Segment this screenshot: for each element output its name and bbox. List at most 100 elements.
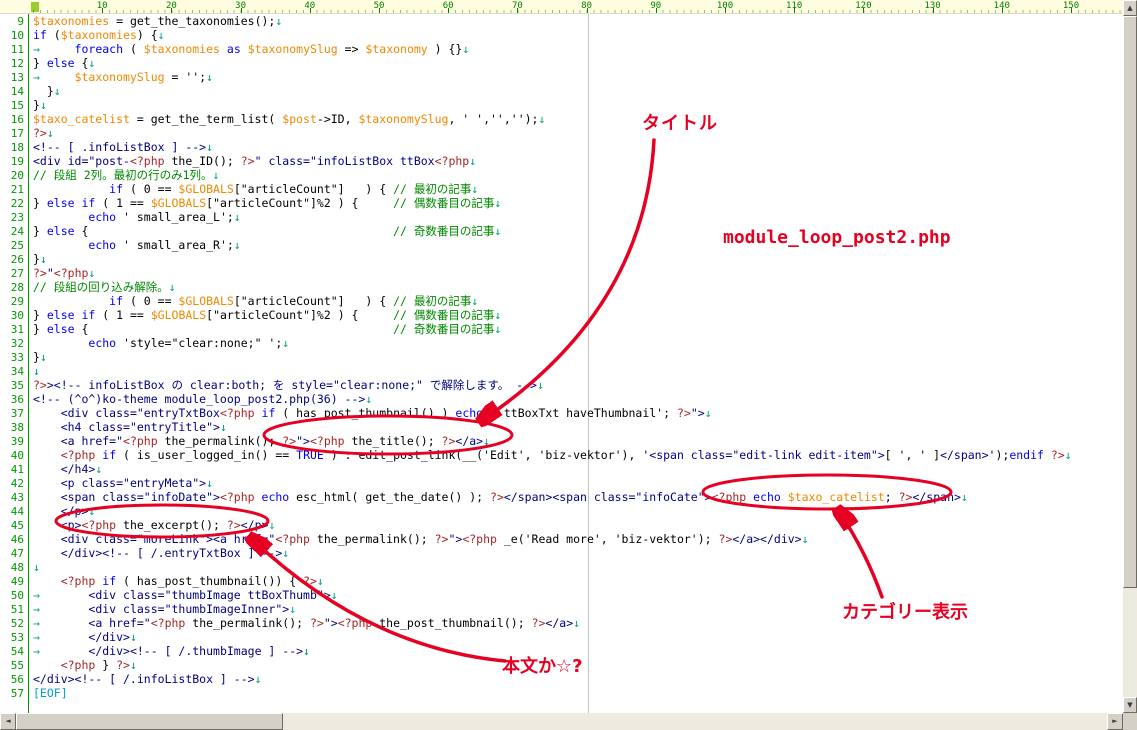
down-arrow-icon: ▼ xyxy=(1127,700,1133,709)
line-number: 52 xyxy=(10,617,24,630)
ruler-tick xyxy=(1001,8,1003,13)
line-number: 29 xyxy=(10,295,24,308)
newline-mark-icon: ↓ xyxy=(289,602,297,616)
ruler-number: 40 xyxy=(304,1,316,11)
newline-mark-icon: ↓ xyxy=(471,294,479,308)
line-number: 23 xyxy=(10,211,24,224)
left-arrow-icon: ◄ xyxy=(5,717,11,725)
code-text: <h4 class="entryTitle">↓ xyxy=(60,420,227,434)
code-line: 37 <div class="entryTxtBox<?php if ( has… xyxy=(0,406,1123,420)
newline-mark-icon: ↓ xyxy=(494,308,502,322)
line-number: 16 xyxy=(10,113,24,126)
code-line: 44 </p>↓ xyxy=(0,504,1123,518)
newline-mark-icon: ↓ xyxy=(483,434,491,448)
code-line: 23 echo ' small_area_L';↓ xyxy=(0,210,1123,224)
code-line: 43 <span class="infoDate"><?php echo esc… xyxy=(0,490,1123,504)
newline-mark-icon: ↓ xyxy=(206,70,214,84)
annotation-body-label: 本文か☆? xyxy=(502,656,583,677)
newline-mark-icon: ↓ xyxy=(282,546,290,560)
code-line: 34 ↓ xyxy=(0,364,1123,378)
line-number: 36 xyxy=(10,393,24,406)
vertical-scrollbar-thumb[interactable] xyxy=(1123,16,1137,588)
code-text: } else { // 奇数番目の記事↓ xyxy=(33,322,502,336)
scroll-right-button[interactable]: ► xyxy=(1107,713,1123,730)
code-text: </h4>↓ xyxy=(60,462,103,476)
line-number: 9 xyxy=(17,15,24,28)
line-number: 48 xyxy=(10,561,24,574)
code-text: }↓ xyxy=(33,252,47,266)
line-number: 55 xyxy=(10,659,24,672)
newline-mark-icon: ↓ xyxy=(573,616,581,630)
line-number: 31 xyxy=(10,323,24,336)
newline-mark-icon: ↓ xyxy=(88,266,96,280)
ruler-tick xyxy=(309,8,311,13)
newline-mark-icon: ↓ xyxy=(233,238,241,252)
newline-mark-icon: ↓ xyxy=(282,336,290,350)
code-line: 27 ?>"<?php↓ xyxy=(0,266,1123,280)
newline-mark-icon: ↓ xyxy=(494,196,502,210)
ruler-number: 100 xyxy=(716,1,734,11)
code-text: // 段組 2列。最初の行のみ1列。↓ xyxy=(33,168,220,182)
horizontal-scrollbar[interactable]: ◄ ► xyxy=(0,713,1123,730)
code-line: 31 } else { // 奇数番目の記事↓ xyxy=(0,322,1123,336)
code-text: → </div><!-- [ /.thumbImage ] -->↓ xyxy=(33,644,310,658)
code-line: 47 </div><!-- [ /.entryTxtBox ] -->↓ xyxy=(0,546,1123,560)
line-number: 20 xyxy=(10,169,24,182)
ruler-number: 70 xyxy=(511,1,523,11)
scroll-up-button[interactable]: ▲ xyxy=(1123,0,1137,16)
line-number: 19 xyxy=(10,155,24,168)
code-text: } else { // 奇数番目の記事↓ xyxy=(33,224,502,238)
newline-mark-icon: ↓ xyxy=(462,42,470,56)
code-text: ↓ xyxy=(33,560,40,574)
newline-mark-icon: ↓ xyxy=(268,518,276,532)
code-line: 24 } else { // 奇数番目の記事↓ xyxy=(0,224,1123,238)
code-text: <p><?php the_excerpt(); ?></p>↓ xyxy=(60,518,276,532)
line-number: 30 xyxy=(10,309,24,322)
code-text: → <a href="<?php the_permalink(); ?>"><?… xyxy=(33,616,581,630)
line-number: 54 xyxy=(10,645,24,658)
scroll-left-button[interactable]: ◄ xyxy=(0,713,16,730)
horizontal-scrollbar-thumb[interactable] xyxy=(16,713,283,730)
code-line: 57 [EOF] xyxy=(0,686,1123,700)
ruler-tick xyxy=(448,8,450,13)
ruler-number: 150 xyxy=(1062,1,1080,11)
code-line: 22} else if ( 1 == $GLOBALS["articleCoun… xyxy=(0,196,1123,210)
ruler-tick xyxy=(794,8,796,13)
code-text: ?>><!-- infoListBox の clear:both; を styl… xyxy=(33,378,544,392)
code-line: 42 <p class="entryMeta">↓ xyxy=(0,476,1123,490)
annotation-filename-label: module_loop_post2.php xyxy=(723,227,951,248)
newline-mark-icon: ↓ xyxy=(801,532,809,546)
scroll-down-button[interactable]: ▼ xyxy=(1123,697,1137,713)
code-line: 35 ?>><!-- infoListBox の clear:both; を st… xyxy=(0,378,1123,392)
line-number: 17 xyxy=(10,127,24,140)
newline-mark-icon: ↓ xyxy=(129,630,137,644)
line-number: 38 xyxy=(10,421,24,434)
code-text: </div><!-- [ /.infoListBox ] -->↓ xyxy=(33,672,262,686)
code-line: 30} else if ( 1 == $GLOBALS["articleCoun… xyxy=(0,308,1123,322)
ruler-tick xyxy=(725,8,726,13)
line-number: 24 xyxy=(10,225,24,238)
code-text: <div class="entryTxtBox<?php if ( has_po… xyxy=(60,406,712,420)
newline-mark-icon: ↓ xyxy=(206,140,214,154)
line-number: 57 xyxy=(10,687,24,700)
ruler-number: 110 xyxy=(786,1,803,11)
code-line: 41 </h4>↓ xyxy=(0,462,1123,476)
vertical-scrollbar[interactable]: ▲ ▼ xyxy=(1123,0,1137,713)
line-number: 33 xyxy=(10,351,24,364)
line-number: 18 xyxy=(10,141,24,154)
code-line: 19 <div id="post-<?php the_ID(); ?>" clas… xyxy=(0,154,1123,168)
code-text: // 段組の回り込み解除。↓ xyxy=(33,280,176,294)
code-line: 15}↓ xyxy=(0,98,1123,112)
ruler-tick xyxy=(102,8,104,13)
code-text: if ( 0 == $GLOBALS["articleCount"] ) { /… xyxy=(109,294,479,308)
newline-mark-icon: ↓ xyxy=(330,588,338,602)
line-number: 41 xyxy=(10,463,24,476)
code-text: </p>↓ xyxy=(60,504,96,518)
annotation-category-label: カテゴリー表示 xyxy=(842,602,968,623)
annotation-title-label: タイトル xyxy=(642,113,718,134)
code-text: if ($taxonomies) {↓ xyxy=(33,28,165,42)
code-line: 16 $taxo_catelist = get_the_term_list( $p… xyxy=(0,112,1123,126)
ruler-number: 140 xyxy=(993,1,1010,11)
line-number: 40 xyxy=(10,449,24,462)
newline-mark-icon: ↓ xyxy=(316,574,324,588)
